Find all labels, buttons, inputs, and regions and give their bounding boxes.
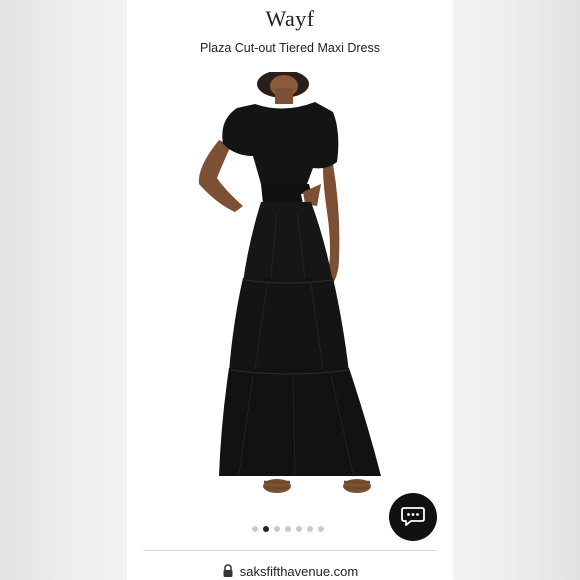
carousel-dot-5[interactable]	[296, 526, 302, 532]
dress-bodice	[222, 102, 339, 184]
brand-name[interactable]: Wayf	[127, 6, 453, 32]
carousel-dot-1[interactable]	[252, 526, 258, 532]
screenshot-stage: Wayf Plaza Cut-out Tiered Maxi Dress sak…	[0, 0, 580, 580]
product-title: Plaza Cut-out Tiered Maxi Dress	[200, 41, 380, 55]
chat-bubble-icon	[401, 507, 425, 526]
url-text[interactable]: saksfifthavenue.com	[240, 564, 359, 579]
browser-url-bar[interactable]: saksfifthavenue.com	[127, 562, 453, 580]
product-image[interactable]	[127, 72, 453, 512]
carousel-dot-2[interactable]	[263, 526, 269, 532]
image-carousel-dots	[252, 525, 324, 533]
divider	[143, 550, 437, 551]
product-page: Wayf Plaza Cut-out Tiered Maxi Dress sak…	[127, 0, 453, 580]
carousel-dot-7[interactable]	[318, 526, 324, 532]
chat-button[interactable]	[389, 493, 437, 541]
model-neck	[275, 88, 293, 104]
dress-skirt-tier-1	[243, 202, 333, 282]
dress-skirt-tier-3	[219, 368, 381, 476]
lock-icon	[223, 564, 233, 577]
carousel-dot-6[interactable]	[307, 526, 313, 532]
carousel-dot-4[interactable]	[285, 526, 291, 532]
carousel-dot-3[interactable]	[274, 526, 280, 532]
dress-skirt-tier-2	[229, 278, 349, 372]
